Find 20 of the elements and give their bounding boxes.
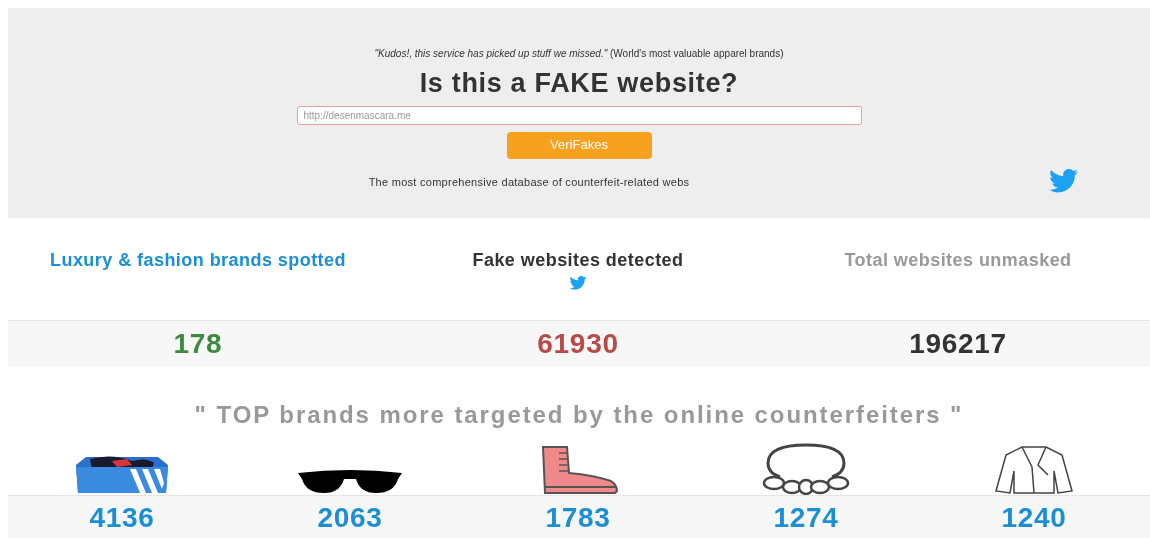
stat-value: 178 [173,328,223,359]
verify-button[interactable]: VeriFakes [506,131,652,159]
stat-label: Fake websites detected [471,249,685,272]
stat-value: 196217 [909,328,1007,359]
stat-value: 61930 [537,328,619,359]
brand-count: 1240 [1001,501,1067,533]
twitter-icon[interactable] [1048,169,1079,193]
stat-label: Luxury & fashion brands spotted [49,249,347,272]
brand-count: 4136 [89,501,155,533]
url-field[interactable]: http://desenmascara.me [296,105,862,125]
twitter-icon[interactable] [569,276,587,290]
section-heading: " TOP brands more targeted by the online counterfeiters " [194,400,964,430]
tagline-text: The most comprehensive database of counterfeit-related webs [368,174,690,190]
brand-count: 1783 [545,501,611,533]
page-heading: Is this a FAKE website? [419,67,739,100]
stat-label: Total websites unmasked [843,249,1073,272]
brand-count: 1274 [773,501,839,533]
quote-text: "Kudos!, this service has picked up stuff we missed." (World's most valuable apparel brands) [374,47,784,61]
brand-count: 2063 [317,501,383,533]
sunglasses-icon [298,469,402,495]
